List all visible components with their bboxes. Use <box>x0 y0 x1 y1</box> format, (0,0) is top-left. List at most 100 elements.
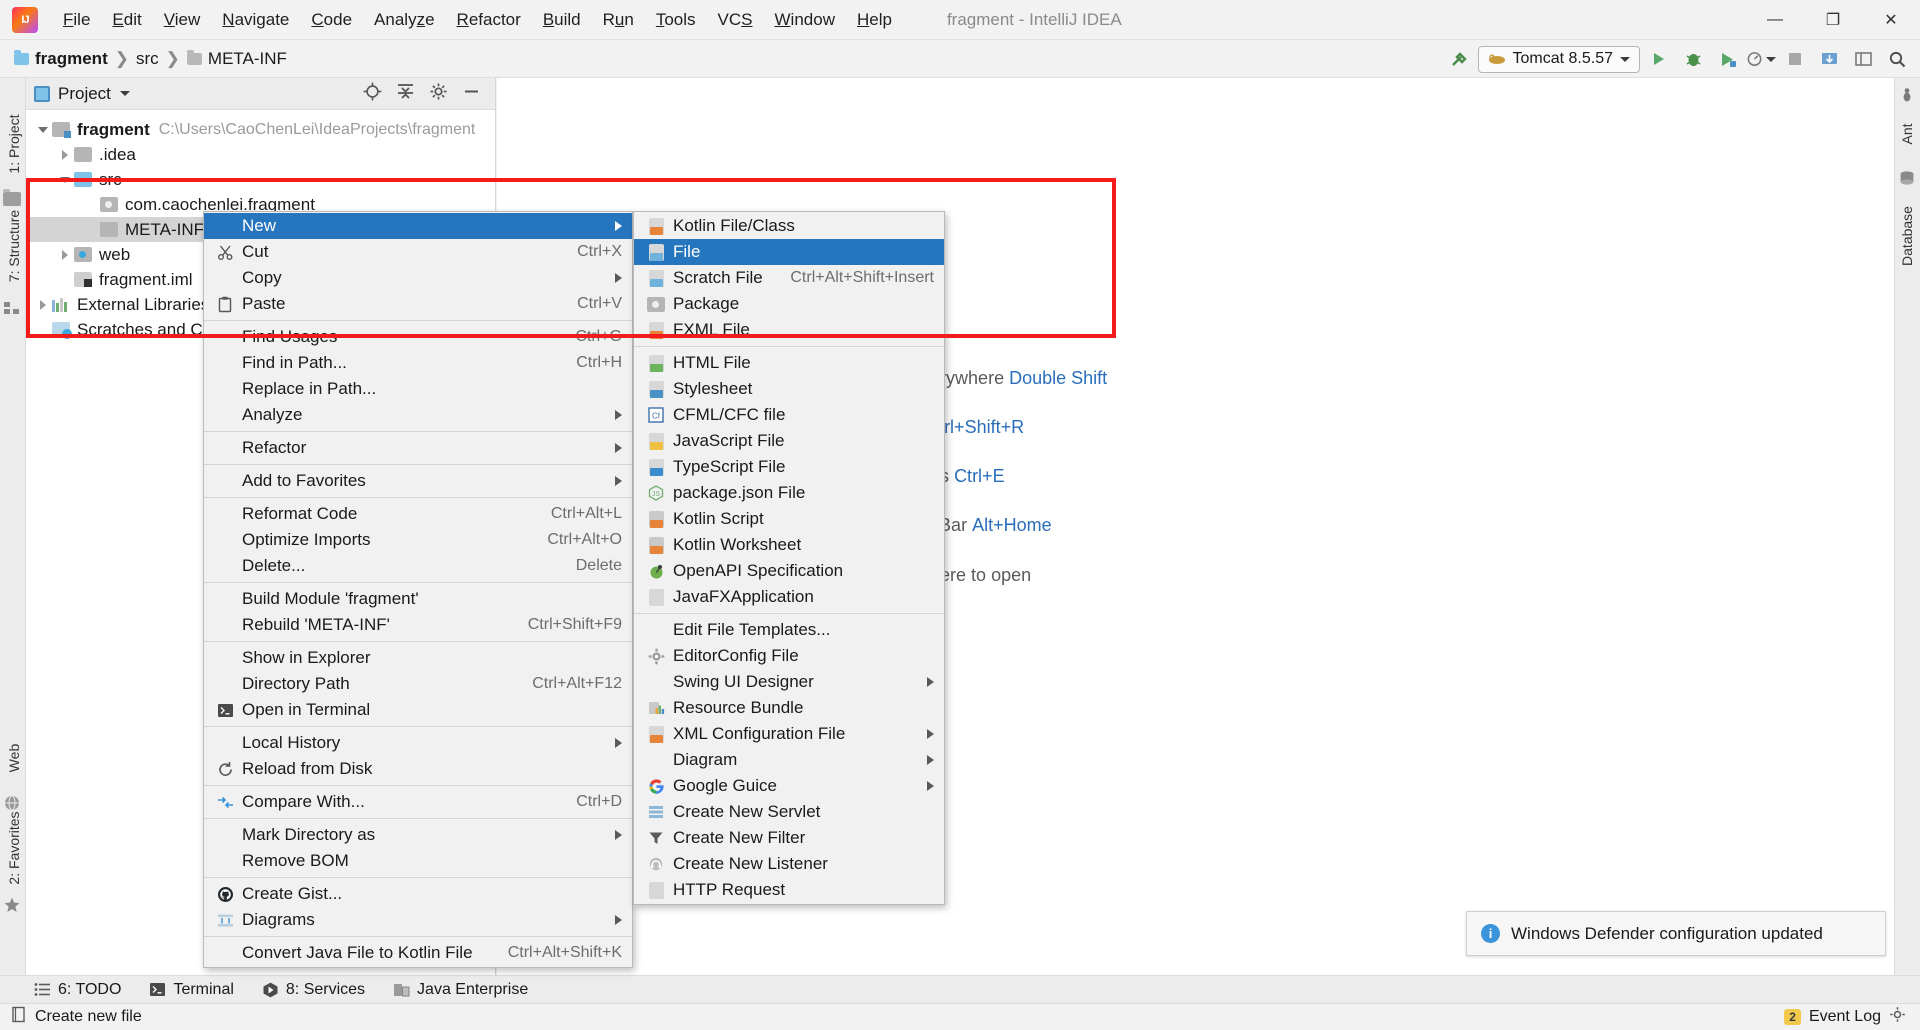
context-menu-item-convert-java-to-kotlin[interactable]: Convert Java File to Kotlin File Ctrl+Al… <box>204 940 632 966</box>
bottom-tab-terminal[interactable]: Terminal <box>149 981 234 999</box>
submenu-item-swing-ui-designer[interactable]: Swing UI Designer <box>634 669 944 695</box>
menu-window[interactable]: Window <box>764 6 846 34</box>
breadcrumb-item-meta-inf[interactable]: META-INF <box>208 49 287 69</box>
submenu-item-scratch-file[interactable]: Scratch File Ctrl+Alt+Shift+Insert <box>634 265 944 291</box>
menu-run[interactable]: Run <box>592 6 645 34</box>
stop-icon[interactable] <box>1780 45 1810 73</box>
profile-icon[interactable] <box>1746 45 1776 73</box>
context-menu-item-delete[interactable]: Delete... Delete <box>204 553 632 579</box>
hammer-build-icon[interactable] <box>1444 45 1474 73</box>
submenu-item-editorconfig-file[interactable]: EditorConfig File <box>634 643 944 669</box>
structure-icon[interactable] <box>3 300 23 320</box>
submenu-item-file[interactable]: File <box>634 239 944 265</box>
submenu-item-http-request[interactable]: HTTP Request <box>634 877 944 903</box>
tree-node-idea[interactable]: .idea <box>26 142 495 167</box>
hide-panel-icon[interactable] <box>462 82 481 106</box>
strip-tab-ant[interactable]: Ant <box>1899 92 1915 176</box>
submenu-item-javafx-application[interactable]: JavaFXApplication <box>634 584 944 610</box>
settings-gear-icon[interactable] <box>429 82 448 106</box>
strip-tab-structure[interactable]: 7: Structure <box>6 204 22 288</box>
context-menu-item-open-in-terminal[interactable]: Open in Terminal <box>204 697 632 723</box>
menu-analyze[interactable]: Analyze <box>363 6 446 34</box>
breadcrumb-item-src[interactable]: src <box>136 49 159 69</box>
context-menu-item-replace-in-path[interactable]: Replace in Path... <box>204 376 632 402</box>
menu-code[interactable]: Code <box>300 6 363 34</box>
context-menu-item-optimize-imports[interactable]: Optimize Imports Ctrl+Alt+O <box>204 527 632 553</box>
context-menu-item-analyze[interactable]: Analyze <box>204 402 632 428</box>
chevron-right-icon[interactable] <box>56 149 74 160</box>
chevron-down-icon[interactable] <box>1620 56 1630 62</box>
context-menu-item-reformat-code[interactable]: Reformat Code Ctrl+Alt+L <box>204 501 632 527</box>
strip-tab-project[interactable]: 1: Project <box>6 102 22 186</box>
context-menu-item-reload-from-disk[interactable]: Reload from Disk <box>204 756 632 782</box>
database-icon[interactable] <box>1898 170 1918 190</box>
minimize-button[interactable]: — <box>1746 0 1804 40</box>
close-button[interactable]: ✕ <box>1862 0 1920 40</box>
run-with-coverage-icon[interactable] <box>1712 45 1742 73</box>
context-menu-item-copy[interactable]: Copy <box>204 265 632 291</box>
context-menu-item-find-in-path[interactable]: Find in Path... Ctrl+H <box>204 350 632 376</box>
submenu-item-google-guice[interactable]: Google Guice <box>634 773 944 799</box>
chevron-right-icon[interactable] <box>56 249 74 260</box>
strip-tab-web[interactable]: Web <box>6 716 22 800</box>
menu-tools[interactable]: Tools <box>645 6 707 34</box>
submenu-item-package[interactable]: Package <box>634 291 944 317</box>
context-menu-item-directory-path[interactable]: Directory Path Ctrl+Alt+F12 <box>204 671 632 697</box>
context-menu-item-find-usages[interactable]: Find Usages Ctrl+G <box>204 324 632 350</box>
submenu-item-typescript-file[interactable]: TypeScript File <box>634 454 944 480</box>
submenu-item-kotlin-file-class[interactable]: Kotlin File/Class <box>634 213 944 239</box>
context-menu-item-show-in-explorer[interactable]: Show in Explorer <box>204 645 632 671</box>
menu-help[interactable]: Help <box>846 6 903 34</box>
context-menu-item-cut[interactable]: Cut Ctrl+X <box>204 239 632 265</box>
menu-navigate[interactable]: Navigate <box>211 6 300 34</box>
submenu-item-javascript-file[interactable]: JavaScript File <box>634 428 944 454</box>
event-log-area[interactable]: 2 Event Log <box>1784 1006 1920 1028</box>
context-menu-item-remove-bom[interactable]: Remove BOM <box>204 848 632 874</box>
strip-tab-database[interactable]: Database <box>1899 194 1915 278</box>
run-icon[interactable] <box>1644 45 1674 73</box>
menu-edit[interactable]: Edit <box>101 6 152 34</box>
chevron-right-icon[interactable] <box>34 299 52 310</box>
submenu-item-fxml-file[interactable]: FXML File <box>634 317 944 343</box>
context-menu-item-refactor[interactable]: Refactor <box>204 435 632 461</box>
submenu-item-openapi-specification[interactable]: OpenAPI Specification <box>634 558 944 584</box>
maximize-button[interactable]: ❐ <box>1804 0 1862 40</box>
submenu-item-create-new-listener[interactable]: Create New Listener <box>634 851 944 877</box>
context-menu-item-diagrams[interactable]: Diagrams <box>204 907 632 933</box>
tree-node-src[interactable]: src <box>26 167 495 192</box>
context-menu-item-new[interactable]: New <box>204 213 632 239</box>
tree-node-fragment[interactable]: fragment C:\Users\CaoChenLei\IdeaProject… <box>26 117 495 142</box>
menu-vcs[interactable]: VCS <box>707 6 764 34</box>
context-menu-item-create-gist[interactable]: Create Gist... <box>204 881 632 907</box>
submenu-item-diagram[interactable]: Diagram <box>634 747 944 773</box>
submenu-item-kotlin-worksheet[interactable]: Kotlin Worksheet <box>634 532 944 558</box>
layout-icon[interactable] <box>1848 45 1878 73</box>
bottom-tab-java-enterprise[interactable]: Java Enterprise <box>393 981 528 999</box>
chevron-down-icon[interactable] <box>56 176 74 183</box>
collapse-all-icon[interactable] <box>396 82 415 106</box>
star-favorites-icon[interactable] <box>3 896 23 916</box>
context-menu-item-add-to-favorites[interactable]: Add to Favorites <box>204 468 632 494</box>
submenu-item-create-new-filter[interactable]: Create New Filter <box>634 825 944 851</box>
context-menu-item-rebuild[interactable]: Rebuild 'META-INF' Ctrl+Shift+F9 <box>204 612 632 638</box>
submenu-item-kotlin-script[interactable]: Kotlin Script <box>634 506 944 532</box>
submenu-item-edit-file-templates[interactable]: Edit File Templates... <box>634 617 944 643</box>
search-icon[interactable] <box>1882 45 1912 73</box>
submenu-item-html-file[interactable]: HTML File <box>634 350 944 376</box>
context-menu-item-compare-with[interactable]: Compare With... Ctrl+D <box>204 789 632 815</box>
submenu-item-resource-bundle[interactable]: Resource Bundle <box>634 695 944 721</box>
gear-icon[interactable] <box>1889 1006 1906 1028</box>
menu-refactor[interactable]: Refactor <box>446 6 532 34</box>
bottom-tab-todo[interactable]: 6: TODO <box>34 981 121 999</box>
notification-balloon[interactable]: i Windows Defender configuration updated <box>1466 911 1886 956</box>
strip-tab-favorites[interactable]: 2: Favorites <box>6 806 22 890</box>
update-app-icon[interactable] <box>1814 45 1844 73</box>
event-log-label[interactable]: Event Log <box>1809 1008 1881 1026</box>
chevron-down-icon[interactable] <box>119 91 130 96</box>
context-menu-item-build-module[interactable]: Build Module 'fragment' <box>204 586 632 612</box>
menu-file[interactable]: File <box>52 6 101 34</box>
context-menu-item-mark-directory-as[interactable]: Mark Directory as <box>204 822 632 848</box>
submenu-item-create-new-servlet[interactable]: Create New Servlet <box>634 799 944 825</box>
run-configuration-selector[interactable]: Tomcat 8.5.57 <box>1477 45 1640 73</box>
menu-view[interactable]: View <box>153 6 212 34</box>
